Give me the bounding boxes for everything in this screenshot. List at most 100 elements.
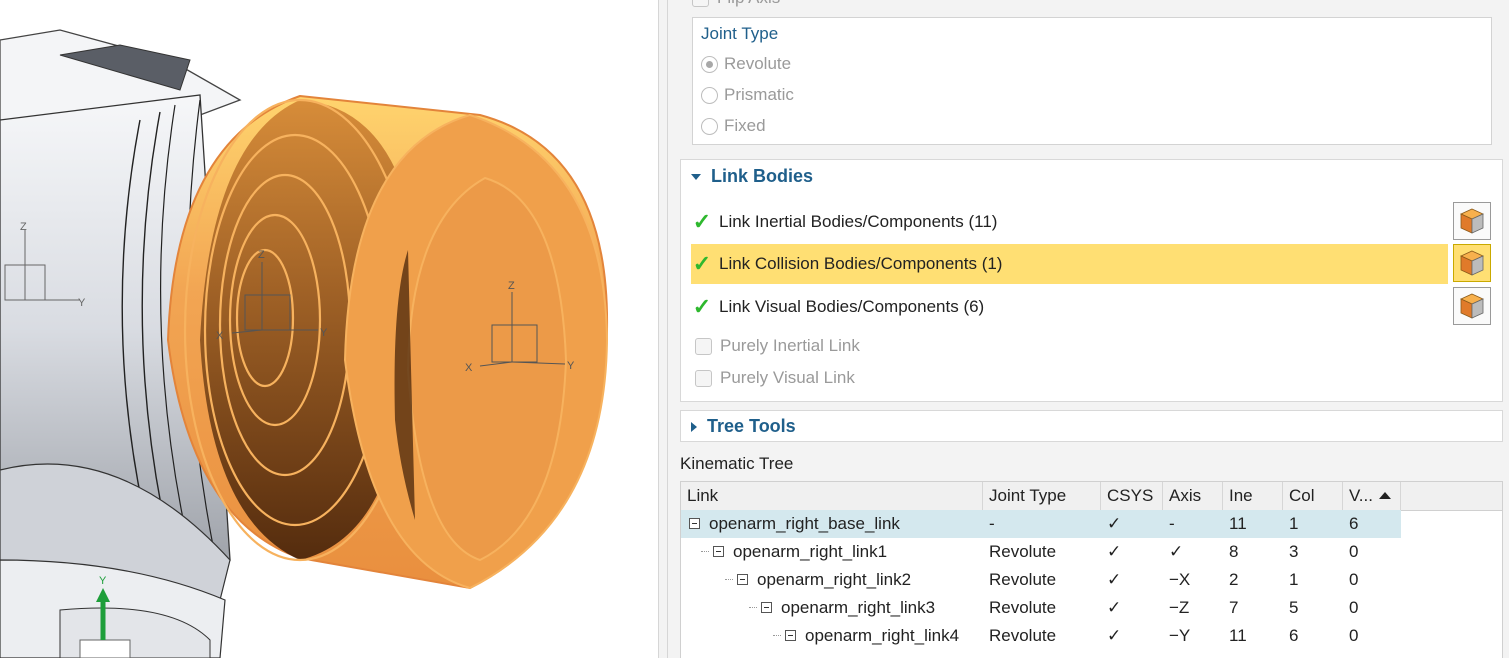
joint-type-title: Joint Type (701, 24, 779, 43)
cell-joint-type: Revolute (989, 570, 1057, 589)
panel-splitter[interactable] (658, 0, 668, 658)
cell-v: 0 (1349, 598, 1359, 617)
tree-collapse-icon[interactable] (761, 602, 772, 613)
sort-ascending-icon (1378, 492, 1391, 499)
checkmark-icon: ✓ (692, 294, 712, 319)
table-row[interactable]: openarm_right_link3 Revolute ✓ −Z 7 5 0 (681, 594, 1502, 622)
cell-link: openarm_right_link1 (733, 542, 888, 561)
cell-joint-type: Revolute (989, 598, 1057, 617)
column-header-joint-type[interactable]: Joint Type (983, 482, 1101, 510)
cell-col: 1 (1289, 514, 1299, 533)
cell-v: 0 (1349, 570, 1359, 589)
cell-col: 3 (1289, 542, 1299, 561)
table-row[interactable]: openarm_right_link2 Revolute ✓ −X 2 1 0 (681, 566, 1502, 594)
cell-csys: ✓ (1107, 626, 1122, 645)
fixed-radio[interactable] (701, 117, 718, 135)
tree-tools-header[interactable]: Tree Tools (691, 416, 796, 437)
select-inertial-bodies-button[interactable] (1453, 202, 1491, 240)
cell-v: 6 (1349, 514, 1359, 533)
purely-inertial-label: Purely Inertial Link (720, 336, 860, 355)
table-row[interactable]: openarm_right_link1 Revolute ✓ ✓ 8 3 0 (681, 538, 1502, 566)
table-row[interactable]: openarm_right_base_link - ✓ - 11 1 6 (681, 510, 1502, 538)
tree-collapse-icon[interactable] (689, 518, 700, 529)
link-bodies-section: Link Bodies ✓ Link Inertial Bodies/Compo… (680, 159, 1503, 402)
cell-v: 0 (1349, 542, 1359, 561)
flip-axis-label: Flip Axis (717, 0, 780, 8)
cell-csys: ✓ (1107, 514, 1122, 533)
joint-type-prismatic[interactable]: Prismatic (701, 85, 794, 105)
cell-joint-type: - (989, 514, 995, 533)
model-render[interactable]: Z Y Y Z X Y Z X Y (0, 0, 658, 658)
link-bodies-title: Link Bodies (711, 166, 814, 186)
graphics-viewport[interactable]: Z Y Y Z X Y Z X Y (0, 0, 658, 658)
prismatic-label: Prismatic (724, 85, 794, 104)
cell-col: 5 (1289, 598, 1299, 617)
column-header-csys[interactable]: CSYS (1101, 482, 1163, 510)
tree-collapse-icon[interactable] (737, 574, 748, 585)
link-collision-bodies-row[interactable]: ✓ Link Collision Bodies/Components (1) (691, 244, 1448, 284)
revolute-radio[interactable] (701, 55, 718, 73)
axis-label-z-left: Z (20, 221, 27, 233)
collapse-arrow-icon (691, 173, 701, 180)
cell-axis: −X (1169, 570, 1191, 589)
tree-collapse-icon[interactable] (785, 630, 796, 641)
axis-label-y-right: Y (567, 360, 575, 372)
expand-arrow-icon (691, 421, 697, 432)
purely-inertial-link-row[interactable]: Purely Inertial Link (695, 336, 860, 356)
cell-axis: −Z (1169, 598, 1190, 617)
axis-label-x-right: X (465, 362, 473, 374)
cell-joint-type: Revolute (989, 542, 1057, 561)
column-header-link[interactable]: Link (681, 482, 983, 510)
axis-label-y-bottom: Y (99, 575, 107, 587)
fixed-label: Fixed (724, 116, 766, 135)
select-visual-bodies-button[interactable] (1453, 287, 1491, 325)
axis-label-y-left: Y (78, 297, 86, 309)
link-bodies-header[interactable]: Link Bodies (691, 166, 813, 187)
kinematic-tree-table[interactable]: Link Joint Type CSYS Axis Ine Col V... o… (680, 481, 1503, 658)
axis-label-z-center: Z (258, 249, 265, 261)
cell-link: openarm_right_link2 (757, 570, 912, 589)
cell-ine: 11 (1229, 514, 1247, 533)
tree-collapse-icon[interactable] (713, 546, 724, 557)
tree-tools-title: Tree Tools (707, 416, 796, 436)
urdf-exporter-panel: Flip Axis Joint Type Revolute Prismatic … (668, 0, 1509, 658)
table-header: Link Joint Type CSYS Axis Ine Col V... (681, 482, 1502, 511)
flip-axis-row[interactable]: Flip Axis (692, 0, 780, 8)
checkmark-icon: ✓ (692, 209, 712, 234)
column-header-v-label: V... (1349, 486, 1373, 505)
cell-ine: 11 (1229, 626, 1247, 645)
revolute-label: Revolute (724, 54, 792, 73)
cell-axis: - (1169, 514, 1175, 533)
link-visual-bodies-label: Link Visual Bodies/Components (6) (719, 297, 985, 316)
cell-csys: ✓ (1107, 542, 1122, 561)
axis-label-x-center: X (216, 330, 224, 342)
link-inertial-bodies-row[interactable]: ✓ Link Inertial Bodies/Components (11) (691, 202, 1448, 242)
flip-axis-checkbox[interactable] (692, 0, 709, 7)
cell-v: 0 (1349, 626, 1359, 645)
column-header-col[interactable]: Col (1283, 482, 1343, 510)
purely-inertial-checkbox[interactable] (695, 337, 712, 355)
cell-ine: 7 (1229, 598, 1239, 617)
axis-label-y-center: Y (320, 327, 328, 339)
checkmark-icon: ✓ (692, 251, 712, 276)
link-inertial-bodies-label: Link Inertial Bodies/Components (11) (719, 212, 998, 231)
kinematic-tree-label: Kinematic Tree (680, 454, 794, 473)
cell-csys: ✓ (1107, 570, 1122, 589)
joint-type-revolute[interactable]: Revolute (701, 54, 791, 74)
joint-type-fixed[interactable]: Fixed (701, 116, 766, 136)
column-header-v[interactable]: V... (1343, 482, 1401, 510)
link-collision-bodies-label: Link Collision Bodies/Components (1) (719, 254, 1003, 273)
purely-visual-checkbox[interactable] (695, 369, 712, 387)
table-row[interactable]: openarm_right_link4 Revolute ✓ −Y 11 6 0 (681, 622, 1502, 650)
tree-tools-section: Tree Tools (680, 410, 1503, 442)
cell-col: 6 (1289, 626, 1299, 645)
cell-ine: 8 (1229, 542, 1239, 561)
select-collision-bodies-button[interactable] (1453, 244, 1491, 282)
link-visual-bodies-row[interactable]: ✓ Link Visual Bodies/Components (6) (691, 287, 1448, 327)
column-header-axis[interactable]: Axis (1163, 482, 1223, 510)
joint-type-group: Joint Type Revolute Prismatic Fixed (692, 17, 1492, 145)
prismatic-radio[interactable] (701, 86, 718, 104)
column-header-ine[interactable]: Ine (1223, 482, 1283, 510)
cell-axis: ✓ (1169, 542, 1184, 561)
purely-visual-link-row[interactable]: Purely Visual Link (695, 368, 855, 388)
